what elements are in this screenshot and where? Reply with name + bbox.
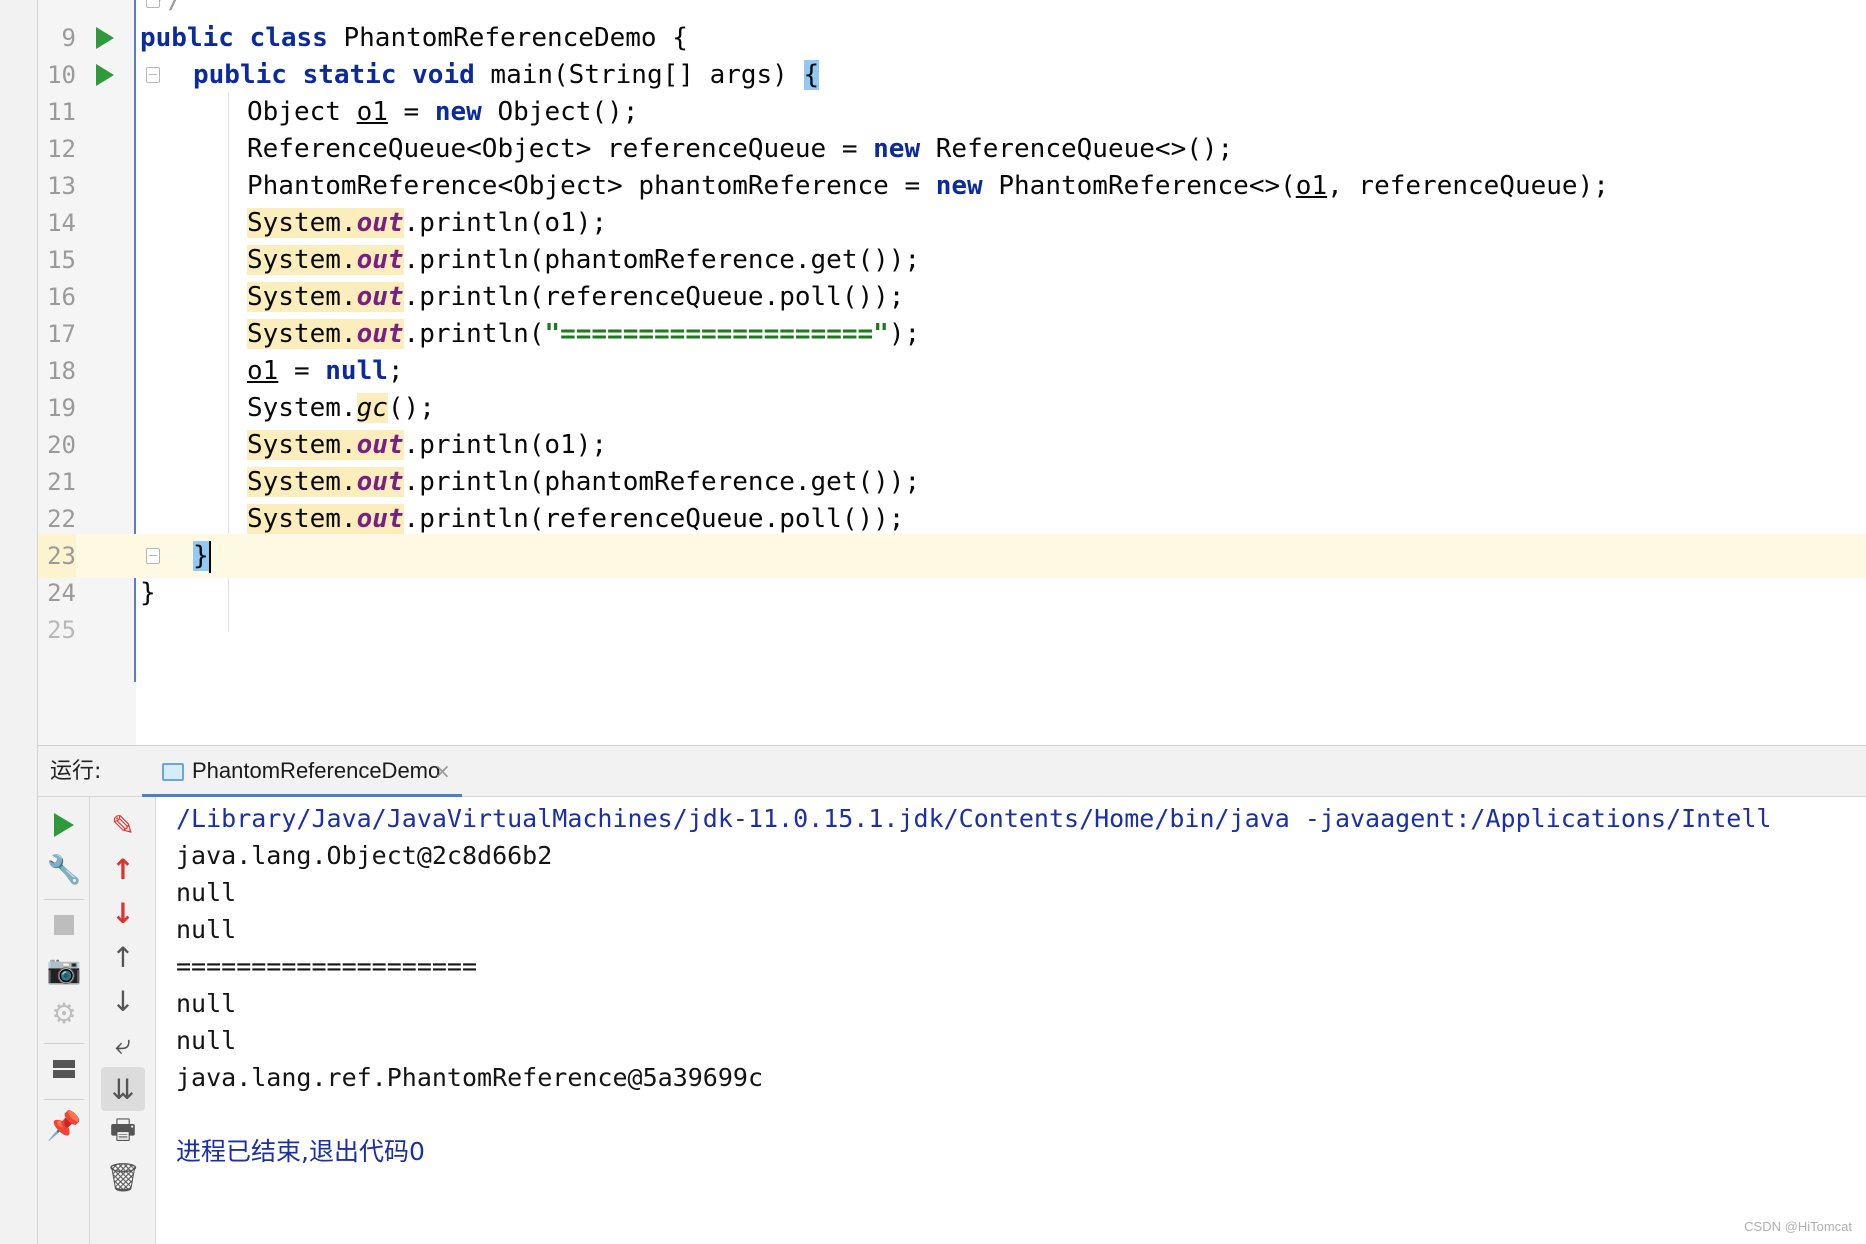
- console-line: java.lang.ref.PhantomReference@5a39699c: [176, 1063, 763, 1092]
- layout-icon: [53, 1060, 75, 1078]
- scroll-to-end-button[interactable]: ⇊: [101, 1067, 145, 1111]
- left-tool-strip: [0, 0, 38, 1244]
- down-icon: ↓: [111, 984, 135, 1018]
- close-icon[interactable]: ×: [434, 746, 451, 796]
- debug-settings-icon: ⚙: [51, 996, 77, 1030]
- run-label: 运行:: [50, 759, 102, 784]
- line-number: 25: [47, 616, 76, 644]
- clear-icon: ✎: [111, 808, 135, 842]
- run-gutter-icon[interactable]: [96, 64, 114, 86]
- dump-threads-button[interactable]: 📷: [42, 947, 86, 991]
- up-icon: ↑: [111, 940, 135, 974]
- stop-button[interactable]: [42, 903, 86, 947]
- tab-label: PhantomReferenceDemo: [192, 758, 441, 783]
- rerun-button[interactable]: [42, 803, 86, 847]
- code-editor[interactable]: */ 9 public class PhantomReferenceDemo {…: [38, 0, 1866, 745]
- editor-line: 25: [38, 608, 1866, 652]
- layout-button[interactable]: [42, 1047, 86, 1091]
- up-stack-button[interactable]: ↑: [101, 935, 145, 979]
- text-caret: [208, 540, 211, 573]
- run-tool-window-header: 运行: PhantomReferenceDemo ×: [38, 745, 1866, 798]
- toolbar-divider: [44, 899, 84, 900]
- trash-icon: 🗑: [105, 1160, 141, 1194]
- run-toolbar-primary: 🔧 📷 ⚙ 📌: [38, 797, 90, 1244]
- fold-icon[interactable]: [146, 548, 160, 564]
- delete-button[interactable]: 🗑: [101, 1155, 145, 1199]
- clear-button[interactable]: ✎: [101, 803, 145, 847]
- up-red-icon: ↑: [111, 852, 135, 886]
- previous-occurrence-button[interactable]: ↑: [101, 847, 145, 891]
- scroll-to-end-icon: ⇊: [111, 1072, 135, 1106]
- debug-settings-button[interactable]: ⚙: [42, 991, 86, 1035]
- run-icon: [54, 813, 74, 837]
- down-red-icon: ↓: [111, 896, 135, 930]
- watermark: CSDN @HiTomcat: [1744, 1219, 1852, 1234]
- next-occurrence-button[interactable]: ↓: [101, 891, 145, 935]
- console-output[interactable]: /Library/Java/JavaVirtualMachines/jdk-11…: [156, 797, 1866, 1244]
- process-exit-message: 进程已结束,退出代码0: [176, 1137, 425, 1166]
- fold-icon[interactable]: [146, 67, 160, 83]
- tab-phantom-reference-demo[interactable]: PhantomReferenceDemo ×: [142, 746, 462, 798]
- console-tab-icon: [162, 763, 184, 781]
- print-button[interactable]: 🖶: [101, 1111, 145, 1155]
- wrench-icon: 🔧: [46, 852, 82, 886]
- stop-icon: [54, 915, 74, 935]
- camera-icon: 📷: [46, 952, 82, 986]
- edit-config-button[interactable]: 🔧: [42, 847, 86, 891]
- soft-wrap-button[interactable]: ⤶: [101, 1023, 145, 1067]
- toolbar-divider: [44, 1099, 84, 1100]
- print-icon: 🖶: [109, 1113, 137, 1146]
- run-toolbar-secondary: ✎ ↑ ↓ ↑ ↓ ⤶ ⇊ 🖶 🗑: [90, 797, 156, 1244]
- soft-wrap-icon: ⤶: [115, 1028, 131, 1061]
- toolbar-divider: [44, 1043, 84, 1044]
- pin-icon: 📌: [46, 1108, 82, 1142]
- run-gutter-icon[interactable]: [96, 27, 114, 49]
- down-stack-button[interactable]: ↓: [101, 979, 145, 1023]
- pin-tab-button[interactable]: 📌: [42, 1103, 86, 1147]
